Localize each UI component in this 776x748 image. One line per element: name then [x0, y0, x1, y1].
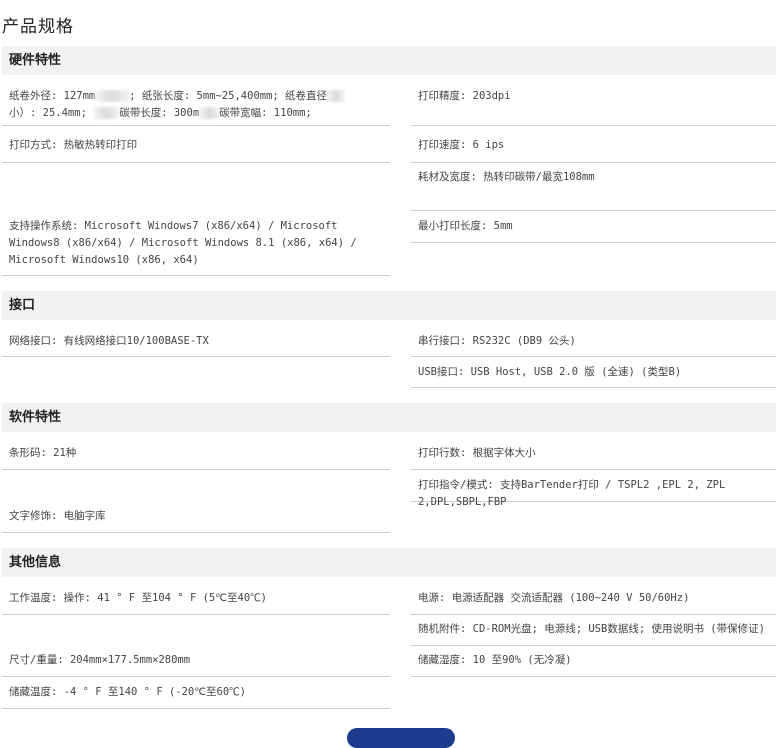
spec-power: 电源: 电源适配器 交流适配器 (100~240 V 50/60Hz)	[411, 590, 776, 615]
text-effects-value: 文字修饰: 电脑字库	[9, 510, 106, 522]
section-header-hardware: 硬件特性	[2, 46, 776, 75]
media-width-value: 耗材及宽度: 热转印碳带/最宽108mm	[418, 171, 595, 183]
dimensions-value: 尺寸/重量: 204mm×177.5mm×280mm	[9, 654, 191, 666]
storage-temp-value: 储藏温度: -4 ° F 至140 ° F (-20℃至60℃)	[9, 686, 247, 698]
spec-storage-temp: 储藏温度: -4 ° F 至140 ° F (-20℃至60℃)	[2, 684, 390, 709]
accessories-value: 随机附件: CD-ROM光盘; 电源线; USB数据线; 使用说明书 (带保修证…	[418, 623, 765, 635]
spec-roll-dimensions: 纸卷外径: 127mm ; 纸张长度: 5mm~25,400mm; 纸卷直径 小）…	[2, 88, 390, 126]
spec-usb-interface: USB接口: USB Host, USB 2.0 版 (全速) (类型B)	[411, 364, 776, 388]
network-interface-value: 网络接口: 有线网络接口10/100BASE-TX	[9, 335, 209, 347]
print-speed-value: 打印速度: 6 ips	[418, 139, 505, 151]
serial-interface-value: 串行接口: RS232C (DB9 公头)	[418, 335, 576, 347]
print-commands-value: 打印指令/模式: 支持BarTender打印 / TSPL2 ,EPL 2, Z…	[418, 479, 732, 508]
storage-humidity-value: 储藏湿度: 10 至90% (无冷凝)	[418, 654, 572, 666]
spec-dimensions: 尺寸/重量: 204mm×177.5mm×280mm	[2, 652, 390, 677]
spec-serial-interface: 串行接口: RS232C (DB9 公头)	[411, 333, 776, 357]
redaction-blur	[95, 90, 130, 102]
usb-interface-value: USB接口: USB Host, USB 2.0 版 (全速) (类型B)	[418, 366, 682, 378]
spec-text-effects: 文字修饰: 电脑字库	[2, 508, 390, 533]
min-print-length-value: 最小打印长度: 5mm	[418, 220, 513, 232]
power-value: 电源: 电源适配器 交流适配器 (100~240 V 50/60Hz)	[418, 592, 690, 604]
section-header-interface: 接口	[2, 291, 776, 320]
barcode-value: 条形码: 21种	[9, 447, 77, 459]
roll-spec-part2: ; 纸张长度: 5mm~25,400mm; 纸卷直径	[129, 90, 328, 102]
spec-accessories: 随机附件: CD-ROM光盘; 电源线; USB数据线; 使用说明书 (带保修证…	[411, 621, 776, 646]
partial-button[interactable]	[347, 728, 455, 748]
spec-min-print-length: 最小打印长度: 5mm	[411, 218, 776, 243]
operating-temp-value: 工作温度: 操作: 41 ° F 至104 ° F (5℃至40℃)	[9, 592, 268, 604]
print-method-value: 打印方式: 热敏热转印打印	[9, 139, 138, 151]
spec-print-method: 打印方式: 热敏热转印打印	[2, 137, 390, 163]
roll-spec-part3: 小）: 25.4mm;	[9, 107, 94, 119]
spec-operating-temp: 工作温度: 操作: 41 ° F 至104 ° F (5℃至40℃)	[2, 590, 390, 615]
spec-resolution: 打印精度: 203dpi	[411, 88, 776, 126]
spec-print-commands: 打印指令/模式: 支持BarTender打印 / TSPL2 ,EPL 2, Z…	[411, 477, 776, 508]
section-header-software: 软件特性	[2, 403, 776, 432]
page-title: 产品规格	[2, 17, 74, 37]
section-header-other: 其他信息	[2, 548, 776, 577]
spec-print-speed: 打印速度: 6 ips	[411, 137, 776, 163]
spec-storage-humidity: 储藏湿度: 10 至90% (无冷凝)	[411, 652, 776, 677]
os-support-value: 支持操作系统: Microsoft Windows7 (x86/x64) / M…	[9, 220, 364, 266]
resolution-value: 打印精度: 203dpi	[418, 90, 511, 102]
redaction-blur	[327, 90, 346, 102]
roll-spec-part5: 碳带宽幅: 110mm;	[219, 107, 312, 119]
spec-print-lines: 打印行数: 根据字体大小	[411, 445, 776, 470]
spec-os-support: 支持操作系统: Microsoft Windows7 (x86/x64) / M…	[2, 218, 390, 276]
redaction-blur	[199, 107, 220, 119]
print-lines-value: 打印行数: 根据字体大小	[418, 447, 536, 459]
redaction-blur	[93, 107, 120, 119]
spec-barcode: 条形码: 21种	[2, 445, 390, 470]
spec-network-interface: 网络接口: 有线网络接口10/100BASE-TX	[2, 333, 390, 357]
spec-media-width: 耗材及宽度: 热转印碳带/最宽108mm	[411, 169, 776, 211]
roll-spec-part4: 碳带长度: 300m	[119, 107, 200, 119]
roll-spec-part1: 纸卷外径: 127mm	[9, 90, 96, 102]
